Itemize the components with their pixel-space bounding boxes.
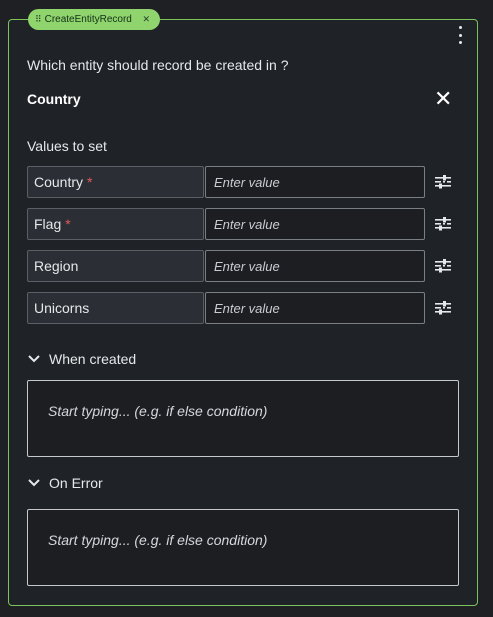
node-tag-label: CreateEntityRecord bbox=[44, 14, 132, 25]
chevron-down-icon bbox=[28, 479, 40, 487]
drag-handle-icon[interactable]: ⠿ bbox=[35, 14, 42, 25]
field-row-unicorns: Unicorns bbox=[27, 292, 457, 324]
section-title: When created bbox=[49, 351, 137, 367]
field-name-label: Country bbox=[34, 174, 84, 190]
field-value-region[interactable] bbox=[205, 250, 425, 282]
on-error-editor[interactable]: Start typing... (e.g. if else condition) bbox=[27, 509, 459, 586]
field-value-country[interactable] bbox=[205, 166, 425, 198]
sliders-icon[interactable] bbox=[435, 301, 451, 315]
close-icon[interactable]: ✕ bbox=[434, 88, 452, 110]
field-row-region: Region bbox=[27, 250, 457, 282]
node-tag[interactable]: ⠿ CreateEntityRecord ✕ bbox=[28, 9, 160, 30]
field-value-unicorns[interactable] bbox=[205, 292, 425, 324]
sliders-icon[interactable] bbox=[435, 217, 451, 231]
section-toggle-on-error[interactable]: On Error bbox=[27, 475, 103, 491]
field-name-flag: Flag * bbox=[27, 208, 204, 240]
field-name-label: Region bbox=[34, 258, 79, 274]
field-name-country: Country * bbox=[27, 166, 204, 198]
section-title: On Error bbox=[49, 475, 103, 491]
sliders-icon[interactable] bbox=[435, 175, 451, 189]
kebab-menu-icon[interactable] bbox=[452, 26, 468, 44]
editor-placeholder: Start typing... (e.g. if else condition) bbox=[48, 403, 268, 419]
values-title: Values to set bbox=[27, 138, 107, 154]
field-name-label: Flag bbox=[34, 216, 62, 232]
field-name-unicorns: Unicorns bbox=[27, 292, 204, 324]
entity-question: Which entity should record be created in… bbox=[27, 57, 289, 73]
field-name-label: Unicorns bbox=[34, 300, 90, 316]
chevron-down-icon bbox=[28, 355, 40, 363]
field-value-flag[interactable] bbox=[205, 208, 425, 240]
selected-entity[interactable]: Country bbox=[27, 91, 81, 107]
required-marker: * bbox=[87, 174, 93, 190]
field-row-flag: Flag * bbox=[27, 208, 457, 240]
editor-placeholder: Start typing... (e.g. if else condition) bbox=[48, 532, 268, 548]
when-created-editor[interactable]: Start typing... (e.g. if else condition) bbox=[27, 380, 459, 457]
close-small-icon[interactable]: ✕ bbox=[142, 14, 150, 25]
sliders-icon[interactable] bbox=[435, 259, 451, 273]
section-toggle-when-created[interactable]: When created bbox=[27, 351, 136, 367]
field-name-region: Region bbox=[27, 250, 204, 282]
field-row-country: Country * bbox=[27, 166, 457, 198]
required-marker: * bbox=[65, 216, 71, 232]
